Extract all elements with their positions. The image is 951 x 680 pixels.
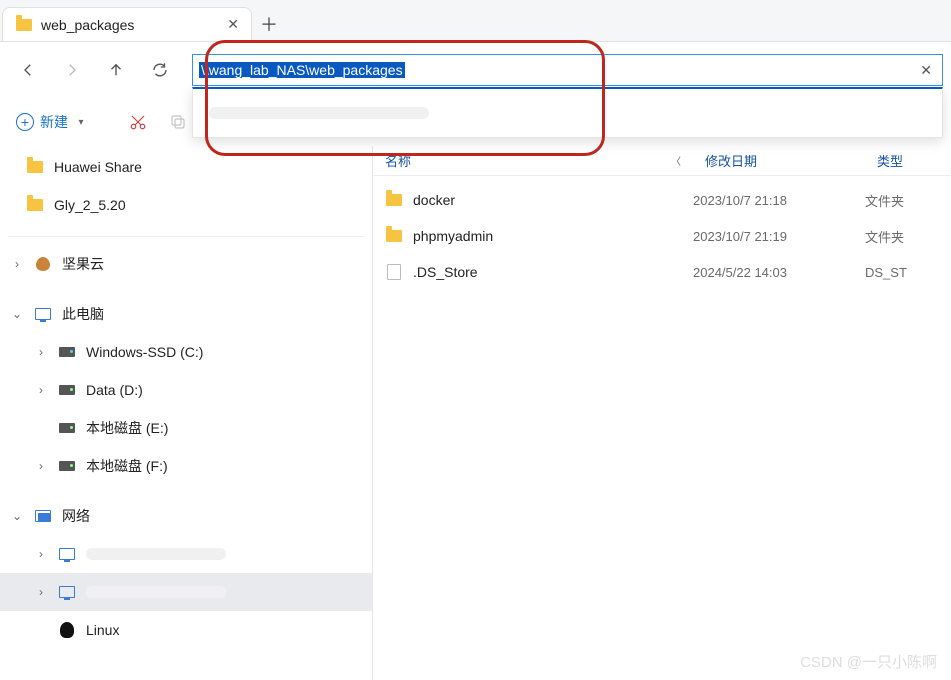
address-value: \\wang_lab_NAS\web_packages (199, 62, 405, 78)
new-button[interactable]: + 新建 ▾ (10, 108, 98, 136)
chevron-right-icon: › (34, 345, 48, 359)
file-type: 文件夹 (865, 191, 951, 210)
chevron-right-icon: › (34, 547, 48, 561)
drive-icon (58, 343, 76, 361)
close-icon[interactable]: ✕ (227, 16, 239, 33)
sidebar-item-drive-e[interactable]: › 本地磁盘 (E:) (0, 409, 372, 447)
table-row[interactable]: phpmyadmin 2023/10/7 21:19文件夹 (373, 218, 951, 254)
sidebar-label: Linux (86, 622, 119, 638)
refresh-button[interactable] (140, 50, 180, 90)
up-button[interactable] (96, 50, 136, 90)
tux-icon (58, 621, 76, 639)
sidebar-item-drive-f[interactable]: › 本地磁盘 (F:) (0, 447, 372, 485)
sort-indicator-icon: 〈 (671, 153, 681, 168)
chevron-right-icon: › (34, 585, 48, 599)
column-name[interactable]: 名称 〈 (373, 151, 693, 170)
network-icon (34, 507, 52, 525)
chevron-down-icon: ▾ (74, 117, 88, 128)
pc-icon (58, 545, 76, 563)
clear-icon[interactable]: ✕ (920, 62, 932, 79)
sidebar-label: Huawei Share (54, 159, 142, 175)
table-row[interactable]: docker 2023/10/7 21:18文件夹 (373, 182, 951, 218)
chevron-down-icon: ⌄ (10, 509, 24, 523)
folder-icon (385, 191, 403, 209)
file-name: .DS_Store (413, 264, 478, 280)
copy-button[interactable] (160, 104, 196, 140)
file-type: DS_ST (865, 265, 951, 280)
sidebar-item-linux[interactable]: › Linux (0, 611, 372, 649)
acorn-icon (34, 255, 52, 273)
table-row[interactable]: .DS_Store 2024/5/22 14:03DS_ST (373, 254, 951, 290)
sidebar-label: 此电脑 (62, 304, 104, 324)
sidebar-label (86, 548, 226, 560)
folder-icon (15, 16, 33, 34)
new-label: 新建 (40, 112, 68, 132)
sidebar-item-network-host-1[interactable]: › (0, 535, 372, 573)
file-icon (385, 263, 403, 281)
file-list-panel: 名称 〈 修改日期 类型 docker2023/10/7 21:18文件夹php… (372, 146, 951, 680)
column-headers: 名称 〈 修改日期 类型 (373, 146, 951, 176)
tab-title: web_packages (41, 17, 134, 33)
cut-button[interactable] (120, 104, 156, 140)
sidebar-label (86, 586, 226, 598)
sidebar: Huawei Share Gly_2_5.20 › 坚果云 ⌄ 此电脑 › Wi… (0, 146, 372, 680)
file-date: 2023/10/7 21:19 (693, 229, 865, 244)
sidebar-label: Gly_2_5.20 (54, 197, 126, 213)
drive-icon (58, 457, 76, 475)
column-date[interactable]: 修改日期 (693, 151, 865, 170)
suggestion-text (209, 107, 429, 119)
sidebar-label: 本地磁盘 (E:) (86, 418, 168, 438)
address-bar[interactable]: \\wang_lab_NAS\web_packages ✕ (192, 54, 943, 86)
sidebar-item-this-pc[interactable]: ⌄ 此电脑 (0, 295, 372, 333)
address-suggestions (192, 87, 943, 138)
forward-button[interactable] (52, 50, 92, 90)
chevron-down-icon: ⌄ (10, 307, 24, 321)
plus-icon: + (16, 113, 34, 131)
sidebar-label: 本地磁盘 (F:) (86, 456, 168, 476)
back-button[interactable] (8, 50, 48, 90)
folder-icon (26, 158, 44, 176)
new-tab-button[interactable]: ＋ (252, 7, 286, 41)
suggestion-item[interactable] (193, 95, 942, 131)
column-type[interactable]: 类型 (865, 151, 951, 170)
sidebar-item-network-host-2[interactable]: › (0, 573, 372, 611)
sidebar-item-huawei-share[interactable]: Huawei Share (0, 148, 372, 186)
sidebar-label: Windows-SSD (C:) (86, 344, 203, 360)
pc-icon (58, 583, 76, 601)
sidebar-label: 网络 (62, 506, 90, 526)
window-tab[interactable]: web_packages ✕ (2, 7, 252, 41)
chevron-right-icon: › (34, 459, 48, 473)
chevron-right-icon: › (34, 383, 48, 397)
watermark: CSDN @一只小陈啊 (800, 651, 937, 672)
sidebar-label: Data (D:) (86, 382, 143, 398)
sidebar-item-drive-c[interactable]: › Windows-SSD (C:) (0, 333, 372, 371)
pc-icon (34, 305, 52, 323)
folder-icon (26, 196, 44, 214)
chevron-right-icon: › (10, 257, 24, 271)
sidebar-item-network[interactable]: ⌄ 网络 (0, 497, 372, 535)
sidebar-item-drive-d[interactable]: › Data (D:) (0, 371, 372, 409)
file-date: 2024/5/22 14:03 (693, 265, 865, 280)
file-name: docker (413, 192, 455, 208)
sidebar-label: 坚果云 (62, 254, 104, 274)
sidebar-item-jianguoyun[interactable]: › 坚果云 (0, 245, 372, 283)
sidebar-item-gly[interactable]: Gly_2_5.20 (0, 186, 372, 224)
drive-icon (58, 381, 76, 399)
folder-icon (385, 227, 403, 245)
file-date: 2023/10/7 21:18 (693, 193, 865, 208)
file-type: 文件夹 (865, 227, 951, 246)
drive-icon (58, 419, 76, 437)
file-name: phpmyadmin (413, 228, 493, 244)
